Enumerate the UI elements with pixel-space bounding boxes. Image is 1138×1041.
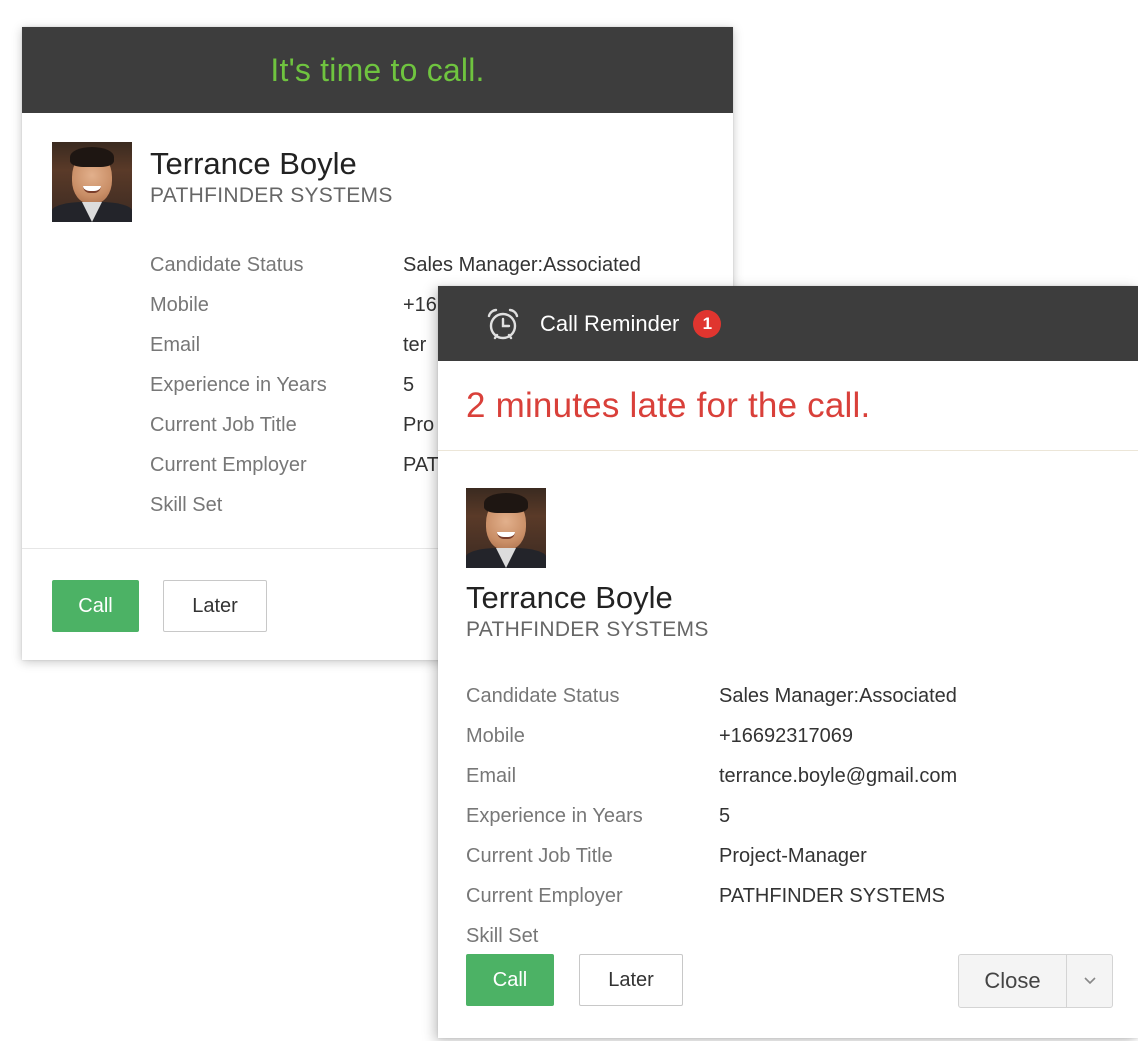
call-reminder-card: Call Reminder 1 2 minutes late for the c…	[438, 286, 1138, 1038]
close-split-button: Close	[958, 954, 1113, 1008]
call-button[interactable]: Call	[52, 580, 139, 632]
call-time-header: It's time to call.	[22, 27, 733, 113]
detail-row-employer: Current Employer PATHFINDER SYSTEMS	[466, 876, 957, 916]
contact-details: Candidate Status Sales Manager:Associate…	[466, 676, 957, 956]
contact-avatar	[52, 142, 132, 222]
contact-header: Terrance Boyle PATHFINDER SYSTEMS	[466, 488, 709, 642]
detail-row-experience: Experience in Years 5	[466, 796, 957, 836]
close-button[interactable]: Close	[959, 955, 1066, 1007]
close-dropdown-toggle[interactable]	[1066, 955, 1112, 1007]
detail-row-skill-set: Skill Set	[466, 916, 957, 956]
detail-label: Candidate Status	[466, 684, 620, 707]
contact-avatar	[466, 488, 546, 568]
detail-row-candidate-status: Candidate Status Sales Manager:Associate…	[466, 676, 957, 716]
late-message: 2 minutes late for the call.	[466, 385, 871, 425]
detail-value[interactable]: terrance.boyle@gmail.com	[719, 765, 957, 788]
detail-label: Experience in Years	[150, 373, 327, 396]
detail-row-mobile: Mobile +16692317069	[466, 716, 957, 756]
detail-value: PATHFINDER SYSTEMS	[719, 884, 945, 907]
detail-value: Pro	[403, 413, 435, 436]
detail-row-job-title: Current Job Title Project-Manager	[466, 836, 957, 876]
detail-row-email: Email terrance.boyle@gmail.com	[466, 756, 957, 796]
detail-label: Experience in Years	[466, 804, 643, 827]
detail-label: Current Employer	[466, 884, 623, 907]
detail-value: Sales Manager:Associated	[719, 684, 957, 707]
call-reminder-header: Call Reminder 1	[438, 286, 1138, 361]
detail-label: Skill Set	[466, 924, 539, 947]
detail-label: Skill Set	[150, 493, 223, 516]
contact-company: PATHFINDER SYSTEMS	[466, 618, 709, 641]
late-message-bar: 2 minutes late for the call.	[438, 361, 1138, 451]
detail-label: Email	[150, 333, 201, 356]
detail-label: Current Job Title	[466, 844, 613, 867]
alarm-clock-icon	[487, 308, 519, 339]
reminder-count-badge: 1	[693, 309, 722, 338]
chevron-down-icon	[1083, 977, 1096, 985]
detail-value[interactable]: +16692317069	[719, 725, 853, 748]
detail-value[interactable]: ter	[403, 334, 426, 357]
later-button[interactable]: Later	[579, 954, 683, 1006]
detail-label: Candidate Status	[150, 253, 304, 276]
detail-value: PAT	[403, 453, 439, 476]
contact-name[interactable]: Terrance Boyle	[150, 146, 393, 182]
contact-name[interactable]: Terrance Boyle	[466, 580, 709, 616]
detail-row-candidate-status: Candidate Status Sales Manager:Associate…	[150, 245, 641, 285]
detail-label: Mobile	[466, 724, 525, 747]
contact-header: Terrance Boyle PATHFINDER SYSTEMS	[52, 142, 393, 222]
detail-value: 5	[719, 804, 731, 827]
detail-label: Email	[466, 764, 517, 787]
detail-value: Project-Manager	[719, 844, 867, 867]
detail-value[interactable]: +16	[403, 294, 437, 317]
later-button[interactable]: Later	[163, 580, 267, 632]
detail-value: Sales Manager:Associated	[403, 253, 641, 276]
call-time-title: It's time to call.	[270, 51, 485, 88]
detail-label: Current Employer	[150, 453, 307, 476]
detail-label: Current Job Title	[150, 413, 297, 436]
contact-company: PATHFINDER SYSTEMS	[150, 184, 393, 207]
detail-label: Mobile	[150, 293, 209, 316]
detail-value: 5	[403, 373, 415, 396]
call-reminder-title: Call Reminder	[540, 310, 680, 336]
call-button[interactable]: Call	[466, 954, 554, 1006]
